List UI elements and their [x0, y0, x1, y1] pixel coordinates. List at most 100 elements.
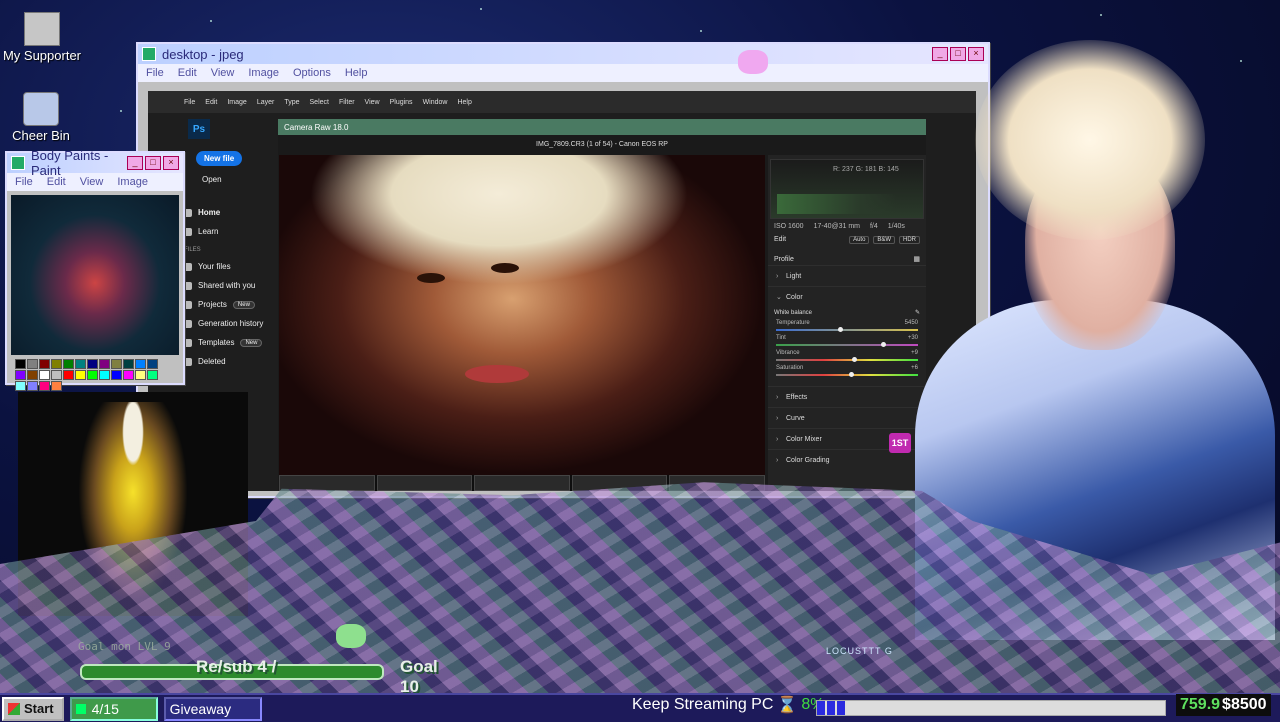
palette-swatch[interactable]: [15, 370, 26, 380]
palette-swatch[interactable]: [135, 359, 146, 369]
palette-swatch[interactable]: [123, 359, 134, 369]
section-label: Color: [786, 293, 803, 301]
white-balance-row[interactable]: White balance ✎: [768, 307, 926, 318]
palette-swatch[interactable]: [75, 359, 86, 369]
palette-swatch[interactable]: [123, 370, 134, 380]
sidebar-item-shared[interactable]: Shared with you: [184, 276, 278, 295]
section-effects[interactable]: › Effects: [768, 386, 926, 407]
film-thumb[interactable]: [474, 475, 570, 491]
palette-swatch[interactable]: [135, 370, 146, 380]
ps-menu-view[interactable]: View: [365, 99, 380, 106]
palette-swatch[interactable]: [15, 359, 26, 369]
menu-edit[interactable]: Edit: [47, 176, 66, 188]
ps-menu-layer[interactable]: Layer: [257, 99, 275, 106]
vibrance-slider[interactable]: Vibrance +9: [768, 348, 926, 363]
film-thumb[interactable]: [376, 475, 473, 491]
minimize-button[interactable]: _: [127, 156, 143, 170]
ps-home-sidebar: New file Open Home Learn FILES Your file…: [184, 151, 278, 371]
palette-swatch[interactable]: [39, 359, 50, 369]
ps-menu-plugins[interactable]: Plugins: [390, 99, 413, 106]
menu-edit[interactable]: Edit: [178, 67, 197, 79]
palette-swatch[interactable]: [63, 370, 74, 380]
maximize-button[interactable]: □: [145, 156, 161, 170]
paint-titlebar[interactable]: Body Paints - Paint _ □ ×: [7, 148, 183, 178]
section-curve[interactable]: › Curve: [768, 407, 926, 428]
profile-row[interactable]: Profile ▦: [768, 253, 926, 265]
slider-knob[interactable]: [880, 342, 886, 347]
palette-swatch[interactable]: [51, 370, 62, 380]
palette-swatch[interactable]: [27, 381, 38, 391]
palette-swatch[interactable]: [99, 359, 110, 369]
balloon-dog-icon: [336, 624, 366, 648]
palette-swatch[interactable]: [87, 370, 98, 380]
sidebar-item-templates[interactable]: Templates New: [184, 333, 278, 352]
menu-help[interactable]: Help: [345, 67, 368, 79]
sub-count-box: 4/15: [69, 696, 158, 721]
slider-knob[interactable]: [849, 372, 855, 377]
palette-swatch[interactable]: [63, 359, 74, 369]
palette-swatch[interactable]: [51, 359, 62, 369]
palette-swatch[interactable]: [147, 359, 158, 369]
giveaway-button[interactable]: Giveaway: [163, 696, 262, 721]
lens-value: 17-40@31 mm: [813, 223, 860, 230]
ps-menu-file[interactable]: File: [184, 99, 195, 106]
menu-view[interactable]: View: [80, 176, 104, 188]
palette-swatch[interactable]: [111, 370, 122, 380]
menu-image[interactable]: Image: [248, 67, 279, 79]
ps-menu-filter[interactable]: Filter: [339, 99, 355, 106]
color-palette[interactable]: [15, 359, 165, 392]
tint-slider[interactable]: Tint +30: [768, 333, 926, 348]
paint-canvas[interactable]: [11, 195, 179, 355]
palette-swatch[interactable]: [39, 370, 50, 380]
slider-knob[interactable]: [837, 327, 843, 332]
bw-button[interactable]: B&W: [873, 236, 896, 244]
slider-knob[interactable]: [852, 357, 858, 362]
palette-swatch[interactable]: [27, 359, 38, 369]
ps-menu-type[interactable]: Type: [284, 99, 299, 106]
sidebar-item-generation-history[interactable]: Generation history: [184, 314, 278, 333]
section-light[interactable]: › Light: [768, 265, 926, 286]
ps-menu-edit[interactable]: Edit: [205, 99, 217, 106]
chevron-down-icon: ⌄: [776, 294, 782, 301]
palette-swatch[interactable]: [111, 359, 122, 369]
sidebar-item-projects[interactable]: Projects New: [184, 295, 278, 314]
menu-file[interactable]: File: [15, 176, 33, 188]
ps-menu-select[interactable]: Select: [310, 99, 329, 106]
sidebar-item-label: Projects: [198, 300, 227, 309]
menu-file[interactable]: File: [146, 67, 164, 79]
menu-options[interactable]: Options: [293, 67, 331, 79]
auto-button[interactable]: Auto: [849, 236, 870, 244]
menu-view[interactable]: View: [211, 67, 235, 79]
sidebar-item-your-files[interactable]: Your files: [184, 257, 278, 276]
palette-swatch[interactable]: [51, 381, 62, 391]
preview-image[interactable]: [279, 155, 765, 475]
new-file-button[interactable]: New file: [196, 151, 243, 166]
desktop-icon-my-supporter[interactable]: My Supporter: [0, 12, 87, 63]
palette-swatch[interactable]: [99, 370, 110, 380]
palette-swatch[interactable]: [147, 370, 158, 380]
temperature-slider[interactable]: Temperature 5450: [768, 318, 926, 333]
palette-swatch[interactable]: [15, 381, 26, 391]
start-button[interactable]: Start: [2, 696, 64, 721]
saturation-slider[interactable]: Saturation +6: [768, 363, 926, 378]
palette-swatch[interactable]: [87, 359, 98, 369]
jpeg-window-titlebar[interactable]: desktop - jpeg _ □ ×: [138, 44, 988, 64]
close-button[interactable]: ×: [163, 156, 179, 170]
sidebar-item-deleted[interactable]: Deleted: [184, 352, 278, 371]
menu-image[interactable]: Image: [117, 176, 148, 188]
sidebar-item-home[interactable]: Home: [184, 203, 278, 222]
desktop-icon-cheer-bin[interactable]: Cheer Bin: [0, 92, 86, 143]
ps-menu-window[interactable]: Window: [423, 99, 448, 106]
ps-menu-image[interactable]: Image: [227, 99, 246, 106]
ps-menu-help[interactable]: Help: [457, 99, 471, 106]
paint-window: Body Paints - Paint _ □ × File Edit View…: [5, 148, 185, 391]
palette-swatch[interactable]: [27, 370, 38, 380]
section-label: Curve: [786, 414, 805, 422]
streaming-progress-bar: [816, 700, 1166, 716]
palette-swatch[interactable]: [75, 370, 86, 380]
film-thumb[interactable]: [279, 475, 375, 491]
open-button[interactable]: Open: [184, 175, 278, 195]
section-color[interactable]: ⌄ Color: [768, 286, 926, 307]
sidebar-item-learn[interactable]: Learn: [184, 222, 278, 241]
palette-swatch[interactable]: [39, 381, 50, 391]
